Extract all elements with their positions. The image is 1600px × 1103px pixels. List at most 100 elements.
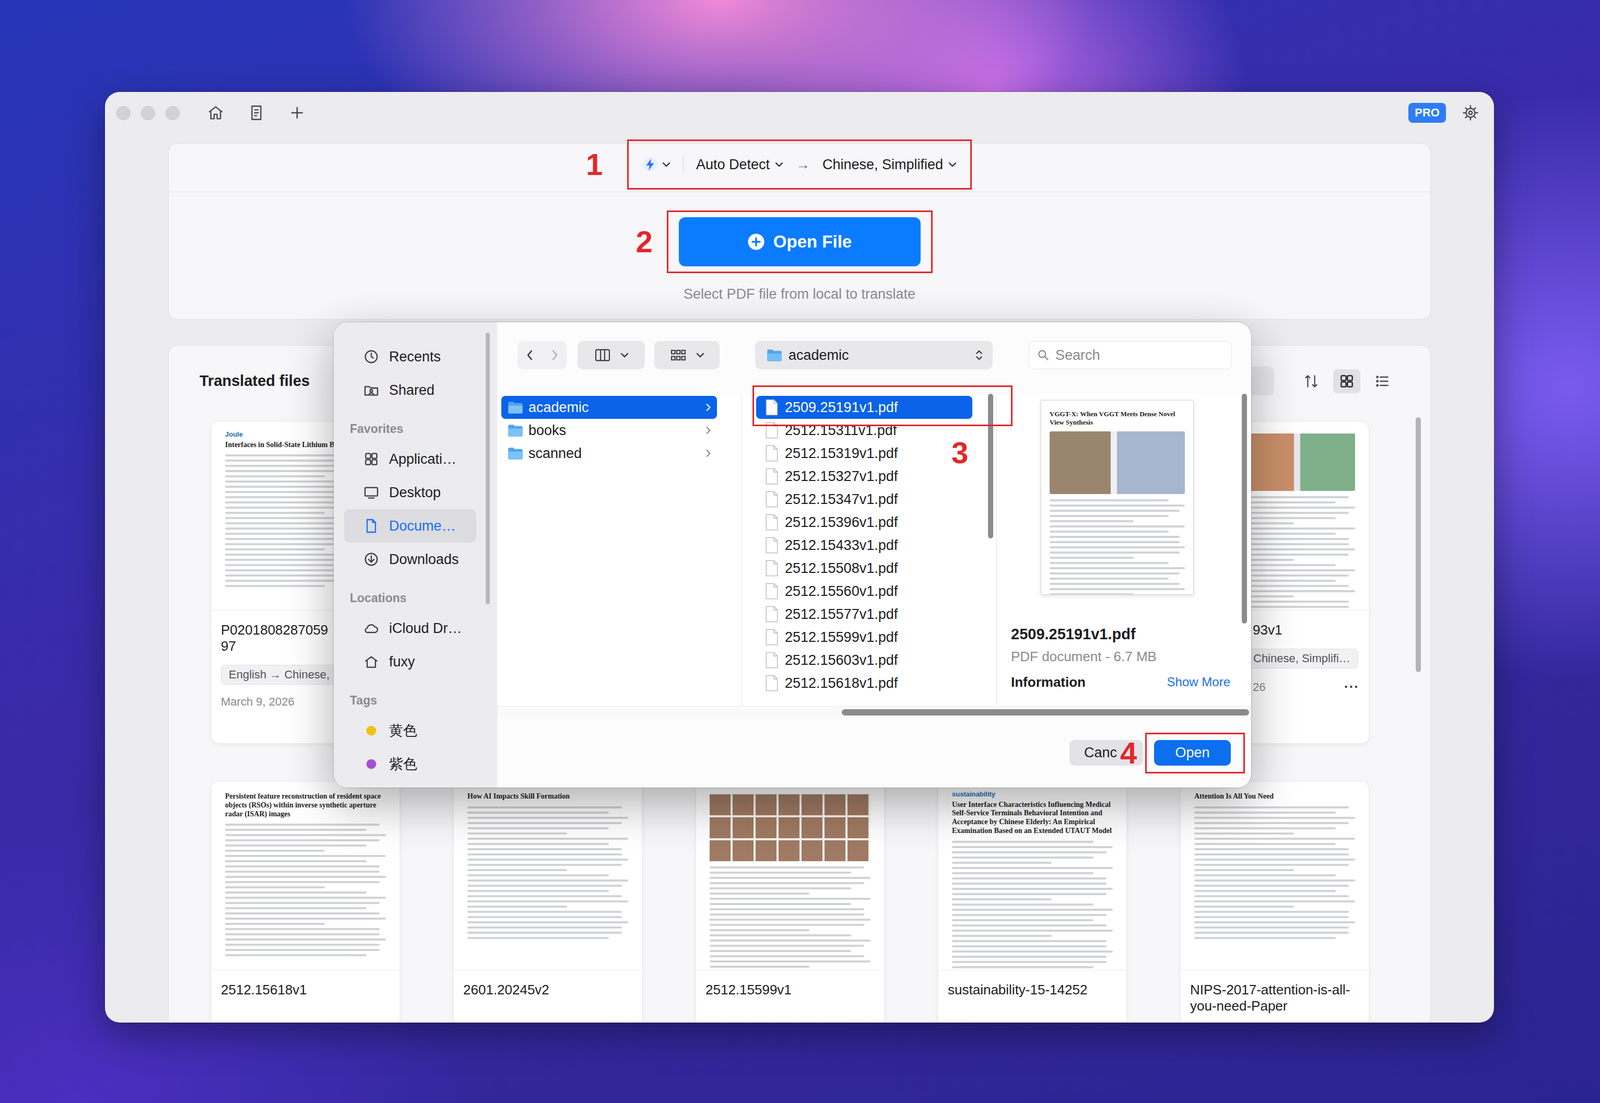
home-button[interactable] (205, 102, 226, 123)
page-thumbnail: VGGT-X: When VGGT Meets Dense Novel View… (1049, 409, 1185, 595)
file-row[interactable]: 2509.25191v1.pdf (756, 395, 973, 419)
text-line (951, 866, 1113, 869)
file-card[interactable]: Persistent feature reconstruction of res… (211, 781, 400, 1023)
file-row[interactable]: 2512.15433v1.pdf (756, 533, 973, 557)
text-line (951, 945, 1107, 948)
sidebar-item[interactable]: Docume… (344, 509, 477, 543)
pro-badge[interactable]: PRO (1408, 102, 1446, 123)
annotation-box: 2 Open File (666, 210, 933, 274)
text-line (225, 891, 367, 894)
text-line (1049, 572, 1180, 575)
file-row[interactable]: 2512.15347v1.pdf (756, 487, 973, 511)
navigation-buttons (517, 340, 567, 370)
text-line (225, 475, 325, 478)
text-line (709, 949, 852, 952)
sidebar-item[interactable]: Recents (344, 339, 477, 374)
file-card[interactable]: Attention Is All You Need NIPS-2017-atte… (1180, 781, 1369, 1023)
title-bar: PRO (104, 91, 1494, 134)
text-line (467, 806, 622, 809)
text-line (467, 910, 622, 913)
text-line (225, 548, 325, 551)
file-row[interactable]: 2512.15577v1.pdf (756, 602, 973, 626)
settings-button[interactable] (1460, 102, 1481, 123)
file-card[interactable]: How AI Impacts Skill Formation 2601.2024… (453, 781, 642, 1023)
group-button[interactable] (654, 340, 720, 370)
text-line (1194, 806, 1349, 809)
open-button[interactable]: Open (1154, 739, 1231, 766)
plus-circle-icon (747, 232, 766, 251)
scrollbar[interactable] (1241, 393, 1247, 624)
horizontal-scrollbar[interactable] (497, 706, 1252, 719)
forward-button[interactable] (542, 340, 567, 370)
sidebar-item[interactable]: 黄色 (344, 713, 477, 748)
file-row[interactable]: 2512.15319v1.pdf (756, 441, 973, 465)
minimize-button[interactable] (140, 106, 156, 121)
file-row[interactable]: 2512.15603v1.pdf (756, 648, 973, 672)
dialog-main: academic Search academic books scanned 2… (497, 322, 1252, 788)
text-line (1194, 816, 1356, 819)
folder-row[interactable]: books (501, 418, 717, 442)
path-popup[interactable]: academic (755, 340, 993, 370)
card-info: 2601.20245v2 (453, 970, 642, 998)
sidebar-item[interactable]: Downloads (344, 542, 477, 576)
file-card[interactable]: sustainability User Interface Characteri… (938, 781, 1127, 1023)
engine-dropdown[interactable] (642, 156, 671, 173)
folder-row[interactable]: scanned (501, 441, 717, 465)
text-line (1194, 895, 1349, 898)
text-line (709, 928, 810, 932)
open-file-button[interactable]: Open File (678, 217, 921, 267)
file-row[interactable]: 2512.15311v1.pdf (756, 418, 973, 442)
text-line (467, 858, 629, 861)
file-row[interactable]: 2512.15618v1.pdf (756, 671, 973, 695)
zoom-button[interactable] (165, 106, 180, 121)
file-row[interactable]: 2512.15560v1.pdf (756, 579, 973, 603)
translate-card: 1 Auto Detect → Chinese, Simplified 2 Op… (168, 143, 1431, 320)
scrollbar[interactable] (987, 393, 994, 539)
list-button[interactable] (1368, 369, 1396, 394)
magnifier-icon (1036, 348, 1051, 362)
search-field[interactable]: Search (1028, 340, 1232, 370)
more-button[interactable]: ··· (1344, 678, 1360, 696)
file-row[interactable]: 2512.15599v1.pdf (756, 625, 973, 649)
view-mode-button[interactable] (577, 340, 645, 370)
text-line (225, 907, 367, 910)
sidebar-item[interactable]: fuxy (344, 644, 477, 679)
back-button[interactable] (517, 340, 543, 370)
file-row[interactable]: 2512.15327v1.pdf (756, 464, 973, 488)
text-line (1049, 540, 1180, 544)
target-language-dropdown[interactable]: Chinese, Simplified (822, 156, 957, 173)
documents-button[interactable] (246, 102, 267, 123)
show-more-link[interactable]: Show More (1167, 674, 1231, 690)
sidebar-item[interactable]: iCloud Dr… (344, 611, 477, 645)
text-line (467, 816, 629, 819)
text-line (1194, 863, 1349, 866)
scrollbar[interactable] (1415, 417, 1421, 673)
text-line (225, 896, 386, 899)
scrollbar[interactable] (485, 332, 490, 605)
sidebar-item[interactable]: 紫色 (344, 747, 477, 781)
sidebar-item[interactable]: Shared (344, 373, 477, 407)
dialog-footer: Canc4 Open (497, 718, 1252, 788)
text-line (225, 954, 367, 957)
pdf-file-icon (764, 628, 780, 646)
panel-title: Translated files (199, 371, 310, 391)
text-line (951, 856, 1094, 859)
grid-button[interactable] (1333, 369, 1361, 394)
text-line (709, 923, 865, 926)
text-line (709, 918, 871, 921)
close-button[interactable] (116, 106, 131, 121)
new-tab-button[interactable] (287, 102, 308, 123)
text-line (951, 966, 1094, 969)
pdf-file-icon (764, 605, 780, 623)
source-language-dropdown[interactable]: Auto Detect (696, 156, 784, 173)
file-name: 2512.15618v1 (220, 981, 391, 998)
file-row[interactable]: 2512.15396v1.pdf (756, 510, 973, 534)
sort-button[interactable] (1297, 369, 1325, 394)
sidebar-item[interactable]: Desktop (344, 475, 477, 510)
folder-row[interactable]: academic (501, 395, 717, 419)
text-line (467, 884, 622, 887)
pdf-file-icon (764, 536, 780, 554)
sidebar-item[interactable]: Applicati… (344, 442, 477, 476)
file-card[interactable]: 2512.15599v1 (696, 781, 885, 1023)
file-row[interactable]: 2512.15508v1.pdf (756, 556, 973, 580)
